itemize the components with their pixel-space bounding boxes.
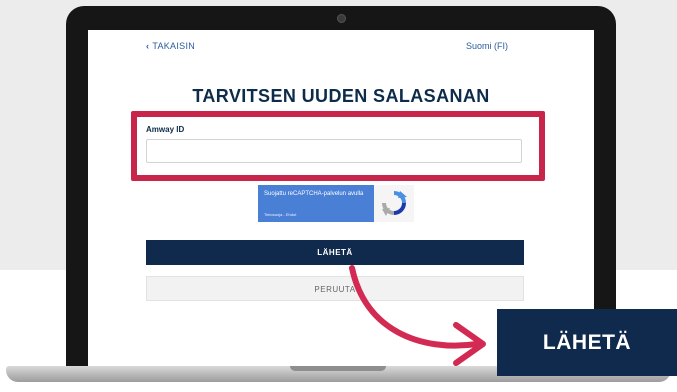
submit-callout: LÄHETÄ (497, 309, 677, 376)
